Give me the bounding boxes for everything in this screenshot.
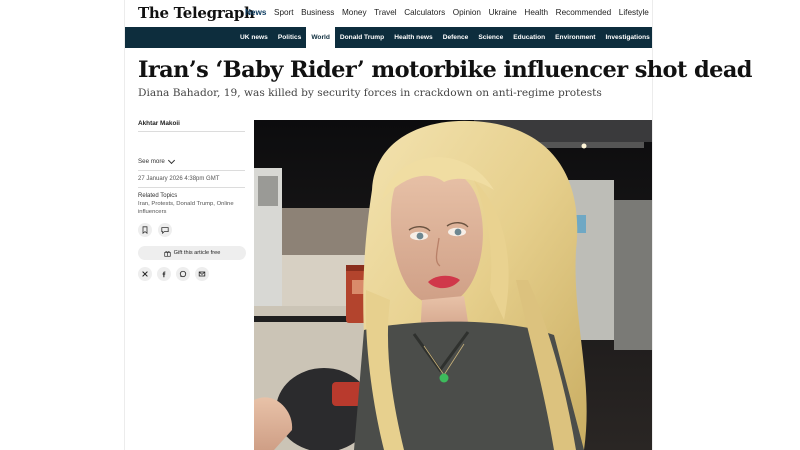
share-x-button[interactable] [138,267,152,281]
share-email-button[interactable] [195,267,209,281]
divider [138,131,245,132]
section-item-investigations[interactable]: Investigations [600,27,654,48]
nav-item-travel[interactable]: Travel [374,8,396,17]
article-page: The Telegraph News Sport Business Money Trav… [125,0,753,450]
gift-article-button[interactable]: Gift this article free [138,246,246,260]
nav-item-health[interactable]: Health [524,8,548,17]
main-nav: News Sport Business Money Travel Calculators O… [245,8,656,17]
nav-item-recommended[interactable]: Recommended [556,8,612,17]
section-item-environment[interactable]: Environment [550,27,600,48]
nav-item-calculators[interactable]: Calculators [404,8,445,17]
section-item-politics[interactable]: Politics [273,27,306,48]
section-item-science[interactable]: Science [473,27,508,48]
chevron-down-icon [167,156,175,164]
divider [138,187,245,188]
bookmark-button[interactable] [138,223,152,237]
site-logo[interactable]: The Telegraph [138,4,255,22]
divider [138,170,245,171]
nav-item-news[interactable]: News [245,8,266,17]
section-item-education[interactable]: Education [508,27,550,48]
article-standfirst: Diana Bahador, 19, was killed by securit… [138,87,602,99]
share-whatsapp-button[interactable] [176,267,190,281]
section-nav: UK news Politics World Donald Trump Health n… [125,27,652,48]
nav-item-business[interactable]: Business [301,8,334,17]
nav-item-sport[interactable]: Sport [274,8,294,17]
influencer-photo [254,120,652,450]
related-topics-list[interactable]: Iran, Protests, Donald Trump, Online inf… [138,200,248,216]
author-name[interactable]: Akhtar Makoii [138,120,180,127]
whatsapp-icon [179,270,187,278]
share-facebook-button[interactable] [157,267,171,281]
top-bar: The Telegraph News Sport Business Money Trav… [125,0,652,27]
section-item-defence[interactable]: Defence [438,27,474,48]
bookmark-icon [142,226,148,234]
publish-date: 27 January 2026 4:38pm GMT [138,176,220,182]
email-icon [198,271,206,277]
comment-button[interactable] [158,223,172,237]
nav-item-lifestyle[interactable]: Lifestyle [619,8,649,17]
gift-icon [164,250,171,257]
article-lead-image [254,120,652,450]
see-more-button[interactable]: See more [138,156,175,165]
section-item-uk-news[interactable]: UK news [237,27,273,48]
section-item-donald-trump[interactable]: Donald Trump [335,27,389,48]
see-more-label: See more [138,158,165,165]
nav-item-money[interactable]: Money [342,8,367,17]
comment-icon [161,227,169,234]
article-headline: Iran’s ‘Baby Rider’ motorbike influencer… [138,57,753,83]
facebook-icon [162,271,166,278]
section-item-health-news[interactable]: Health news [389,27,437,48]
nav-item-ukraine[interactable]: Ukraine [489,8,517,17]
related-topics-title: Related Topics [138,193,178,199]
section-item-world[interactable]: World [306,27,335,48]
nav-item-opinion[interactable]: Opinion [453,8,481,17]
x-icon [142,271,148,277]
section-nav-items: UK news Politics World Donald Trump Health n… [237,27,655,48]
gift-label: Gift this article free [173,250,221,256]
